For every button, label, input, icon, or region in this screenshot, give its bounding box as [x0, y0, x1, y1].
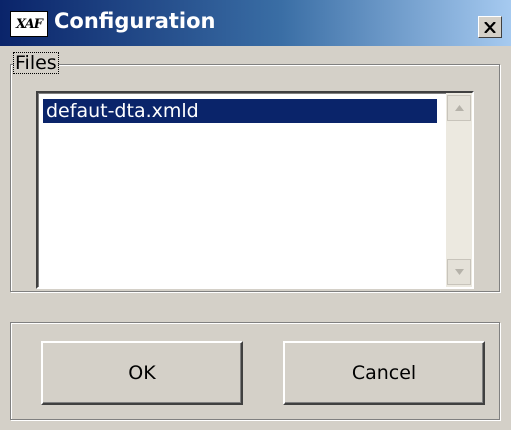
configuration-dialog: XAF Configuration Files defaut-dta.xmld: [0, 0, 511, 430]
vertical-scrollbar[interactable]: [446, 93, 472, 287]
arrow-down-icon: [454, 269, 464, 275]
window-title: Configuration: [54, 9, 216, 33]
scroll-down-button[interactable]: [447, 259, 471, 285]
title-bar[interactable]: XAF Configuration: [0, 0, 511, 46]
app-logo-icon: XAF: [10, 11, 48, 37]
close-icon: [484, 21, 496, 33]
ok-button[interactable]: OK: [41, 341, 243, 405]
cancel-button[interactable]: Cancel: [283, 341, 485, 405]
files-listbox[interactable]: defaut-dta.xmld: [36, 91, 474, 289]
arrow-up-icon: [454, 105, 464, 111]
list-item[interactable]: defaut-dta.xmld: [43, 99, 437, 123]
scroll-up-button[interactable]: [447, 95, 471, 121]
close-button[interactable]: [478, 16, 502, 38]
files-group-label: Files: [13, 52, 59, 74]
